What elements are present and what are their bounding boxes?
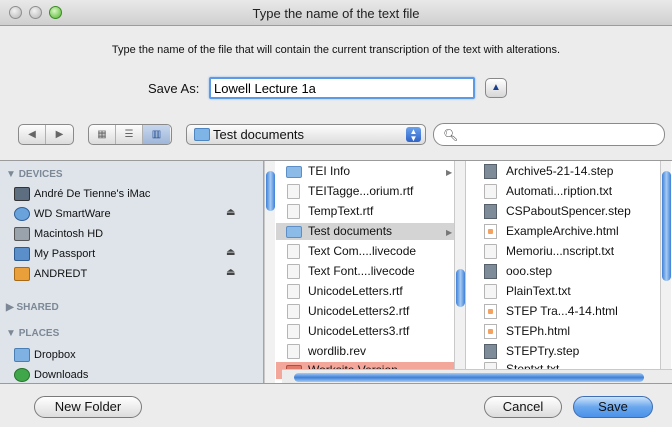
sidebar-item-wd-smartware[interactable]: WD SmartWare	[34, 205, 111, 223]
location-label: Test documents	[213, 127, 305, 142]
list-item[interactable]: TEITagge...orium.rtf	[276, 183, 454, 200]
document-icon	[287, 244, 300, 259]
external-drive-icon	[14, 247, 30, 261]
scrollbar-thumb[interactable]	[294, 373, 644, 382]
title-bar[interactable]: Type the name of the text file	[0, 0, 672, 26]
document-icon	[287, 264, 300, 279]
horizontal-scrollbar[interactable]	[282, 369, 672, 383]
new-folder-button[interactable]: New Folder	[34, 396, 142, 418]
chevron-right-icon: ▶	[446, 228, 453, 237]
list-item-selected[interactable]: Test documents ▶	[276, 223, 454, 240]
stack-file-icon	[484, 204, 497, 219]
disk-icon	[14, 207, 30, 221]
popup-arrows-icon: ▲ ▼	[406, 127, 421, 143]
icon-view-icon[interactable]: ▦	[89, 125, 116, 144]
column-1: TEI Info ▶ TEITagge...orium.rtf TempText…	[276, 161, 466, 383]
search-field[interactable]: 🔍︎	[433, 123, 665, 146]
harddrive-icon	[14, 227, 30, 241]
back-arrow-icon[interactable]: ◀	[19, 125, 46, 144]
view-mode-control: ▦ ☰ ▥	[88, 124, 172, 145]
document-icon	[287, 324, 300, 339]
list-item[interactable]: TempText.rtf	[276, 203, 454, 220]
folder-icon	[286, 226, 302, 238]
document-icon	[287, 304, 300, 319]
html-file-icon	[484, 224, 497, 239]
cancel-button[interactable]: Cancel	[484, 396, 562, 418]
sidebar-item-imac[interactable]: André De Tienne's iMac	[34, 185, 150, 203]
document-icon	[484, 284, 497, 299]
forward-arrow-icon[interactable]: ▶	[46, 125, 73, 144]
sidebar: ▼ DEVICES André De Tienne's iMac WD Smar…	[0, 161, 264, 383]
scrollbar-thumb[interactable]	[662, 171, 671, 281]
save-button[interactable]: Save	[573, 396, 653, 418]
stack-file-icon	[484, 164, 497, 179]
search-icon: 🔍︎	[443, 128, 459, 142]
list-item[interactable]: wordlib.rev	[276, 343, 454, 360]
list-item[interactable]: Text Com....livecode	[276, 243, 454, 260]
document-icon	[484, 244, 497, 259]
sidebar-item-andredt[interactable]: ANDREDT	[34, 265, 87, 283]
sidebar-heading-places[interactable]: ▼ PLACES	[6, 328, 59, 339]
sidebar-item-dropbox[interactable]: Dropbox	[34, 346, 76, 364]
imac-icon	[14, 187, 30, 201]
location-popup[interactable]: Test documents ▲ ▼	[186, 124, 426, 145]
column-view-icon[interactable]: ▥	[143, 125, 170, 144]
document-icon	[287, 284, 300, 299]
eject-icon[interactable]: ⏏	[226, 267, 235, 278]
sidebar-scrollbar[interactable]	[264, 161, 275, 383]
html-file-icon	[484, 304, 497, 319]
list-item[interactable]: STEPh.html	[466, 323, 660, 340]
sidebar-item-downloads[interactable]: Downloads	[34, 366, 88, 383]
document-icon	[484, 184, 497, 199]
chevron-up-icon: ▲	[491, 82, 501, 93]
drive-icon	[14, 267, 30, 281]
document-icon	[287, 184, 300, 199]
scrollbar-thumb[interactable]	[266, 171, 275, 211]
document-icon	[287, 344, 300, 359]
folder-icon	[286, 166, 302, 178]
column-2-scrollbar[interactable]	[660, 161, 671, 369]
column-1-scrollbar[interactable]	[454, 161, 465, 369]
list-item[interactable]: STEP Tra...4-14.html	[466, 303, 660, 320]
list-item[interactable]: STEPTry.step	[466, 343, 660, 360]
downloads-icon	[14, 368, 30, 382]
list-item[interactable]: Archive5-21-14.step	[466, 163, 660, 180]
list-item[interactable]: Automati...ription.txt	[466, 183, 660, 200]
list-item[interactable]: PlainText.txt	[466, 283, 660, 300]
chevron-right-icon: ▶	[446, 168, 453, 177]
save-as-label: Save As:	[148, 81, 200, 96]
list-item[interactable]: Memoriu...nscript.txt	[466, 243, 660, 260]
stack-file-icon	[484, 264, 497, 279]
column-2: Archive5-21-14.step Automati...ription.t…	[466, 161, 660, 383]
eject-icon[interactable]: ⏏	[226, 247, 235, 258]
document-icon	[287, 204, 300, 219]
sidebar-item-macintosh-hd[interactable]: Macintosh HD	[34, 225, 103, 243]
collapse-dialog-button[interactable]: ▲	[485, 78, 507, 98]
stack-file-icon	[484, 344, 497, 359]
scrollbar-thumb[interactable]	[456, 269, 465, 307]
list-item[interactable]: UnicodeLetters2.rtf	[276, 303, 454, 320]
file-browser: ▼ DEVICES André De Tienne's iMac WD Smar…	[0, 160, 672, 384]
dropbox-icon	[14, 348, 30, 362]
navigation-buttons: ◀ ▶	[18, 124, 74, 145]
eject-icon[interactable]: ⏏	[226, 207, 235, 218]
list-view-icon[interactable]: ☰	[116, 125, 143, 144]
sidebar-heading-devices[interactable]: ▼ DEVICES	[6, 169, 63, 180]
save-as-input[interactable]	[209, 77, 475, 99]
list-item[interactable]: ExampleArchive.html	[466, 223, 660, 240]
window-title: Type the name of the text file	[252, 6, 420, 21]
list-item[interactable]: CSPaboutSpencer.step	[466, 203, 660, 220]
dialog-message: Type the name of the file that will cont…	[111, 44, 561, 56]
list-item[interactable]: UnicodeLetters3.rtf	[276, 323, 454, 340]
sidebar-item-my-passport[interactable]: My Passport	[34, 245, 95, 263]
list-item[interactable]: Text Font....livecode	[276, 263, 454, 280]
list-item[interactable]: UnicodeLetters.rtf	[276, 283, 454, 300]
folder-icon	[194, 128, 210, 141]
list-item[interactable]: TEI Info ▶	[276, 163, 454, 180]
list-item[interactable]: ooo.step	[466, 263, 660, 280]
html-file-icon	[484, 324, 497, 339]
sidebar-heading-shared[interactable]: ▶ SHARED	[6, 302, 59, 313]
